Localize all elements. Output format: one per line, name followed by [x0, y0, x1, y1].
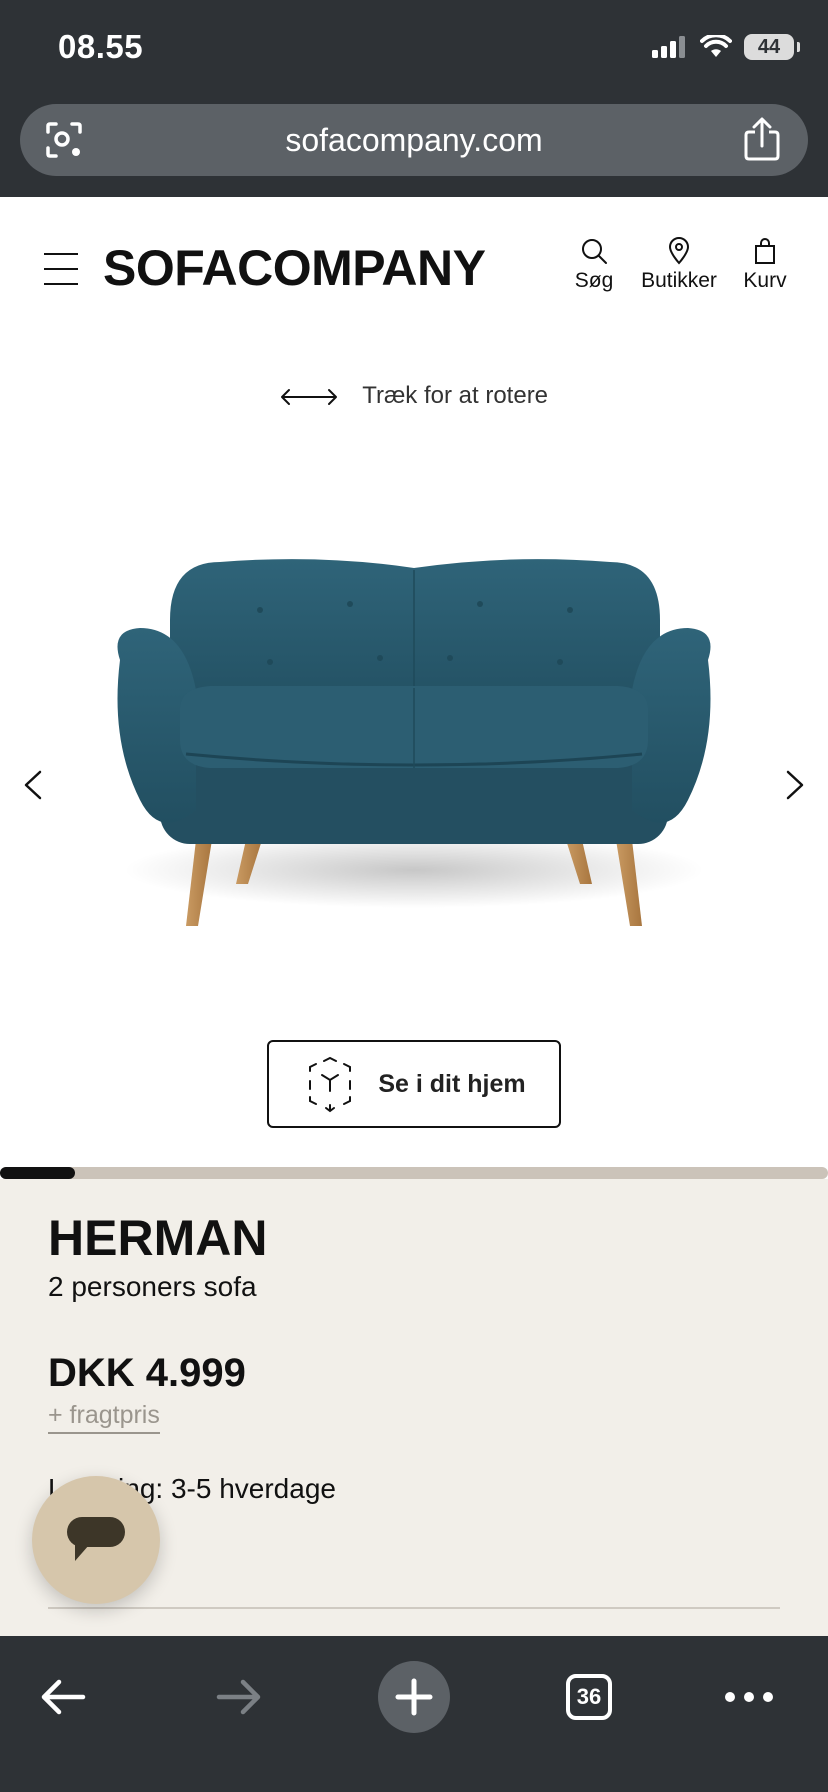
- tabs-count: 36: [566, 1674, 612, 1720]
- horizontal-arrows-icon: [280, 388, 337, 405]
- signal-icon: [652, 36, 685, 58]
- freight-price-link[interactable]: + fragtpris: [48, 1401, 160, 1434]
- share-icon[interactable]: [742, 116, 782, 162]
- plus-icon: [395, 1678, 433, 1716]
- ar-button-label: Se i dit hjem: [378, 1069, 526, 1098]
- arrow-right-icon: [216, 1679, 261, 1715]
- rotate-hint-text: Træk for at rotere: [362, 382, 549, 409]
- chevron-right-icon[interactable]: [780, 768, 810, 802]
- address-bar[interactable]: sofacompany.com: [20, 104, 808, 176]
- status-icons: 44: [652, 34, 800, 60]
- view-in-your-home-button[interactable]: Se i dit hjem: [267, 1040, 561, 1128]
- new-tab-button[interactable]: [377, 1660, 451, 1734]
- search-button[interactable]: Søg: [570, 237, 618, 293]
- search-label: Søg: [574, 269, 614, 292]
- search-icon: [582, 239, 607, 264]
- product-subtitle: 2 personers sofa: [48, 1271, 257, 1302]
- plus-circle: [378, 1661, 450, 1733]
- location-pin-icon: [668, 237, 690, 265]
- shopping-bag-icon: [755, 238, 775, 264]
- back-button[interactable]: [26, 1660, 100, 1734]
- gallery-progress-fill: [0, 1167, 75, 1179]
- browser-bottom-bar: 36: [0, 1636, 828, 1792]
- site-header: SOFACOMPANY Søg Butikker Kurv: [0, 197, 828, 337]
- more-dots-icon: [725, 1692, 773, 1702]
- forward-button[interactable]: [202, 1660, 276, 1734]
- site-logo[interactable]: SOFACOMPANY: [103, 239, 486, 297]
- cart-button[interactable]: Kurv: [740, 237, 790, 293]
- battery-level: 44: [757, 35, 781, 58]
- tabs-button[interactable]: 36: [552, 1660, 626, 1734]
- wifi-icon: [700, 35, 732, 57]
- more-button[interactable]: [712, 1660, 786, 1734]
- rotate-hint: Træk for at rotere: [0, 382, 828, 410]
- sofa-product-image[interactable]: [100, 540, 728, 940]
- product-name: HERMAN: [48, 1210, 268, 1266]
- url-text[interactable]: sofacompany.com: [20, 122, 808, 159]
- chat-button[interactable]: [32, 1476, 160, 1604]
- cart-label: Kurv: [743, 269, 787, 292]
- arrow-left-icon: [41, 1679, 86, 1715]
- stores-button[interactable]: Butikker: [636, 237, 722, 293]
- divider: [48, 1607, 780, 1609]
- chevron-left-icon[interactable]: [18, 768, 48, 802]
- battery-indicator: 44: [744, 34, 800, 60]
- product-price: DKK 4.999: [48, 1351, 246, 1395]
- status-time: 08.55: [58, 28, 144, 65]
- gallery-progress-bar: [0, 1167, 828, 1179]
- menu-icon[interactable]: [44, 253, 78, 285]
- stores-label: Butikker: [641, 269, 717, 292]
- chat-icon: [67, 1517, 125, 1561]
- ar-cube-icon: [309, 1056, 352, 1113]
- browser-top-bar: 08.55 44 sofacompany.com: [0, 0, 828, 197]
